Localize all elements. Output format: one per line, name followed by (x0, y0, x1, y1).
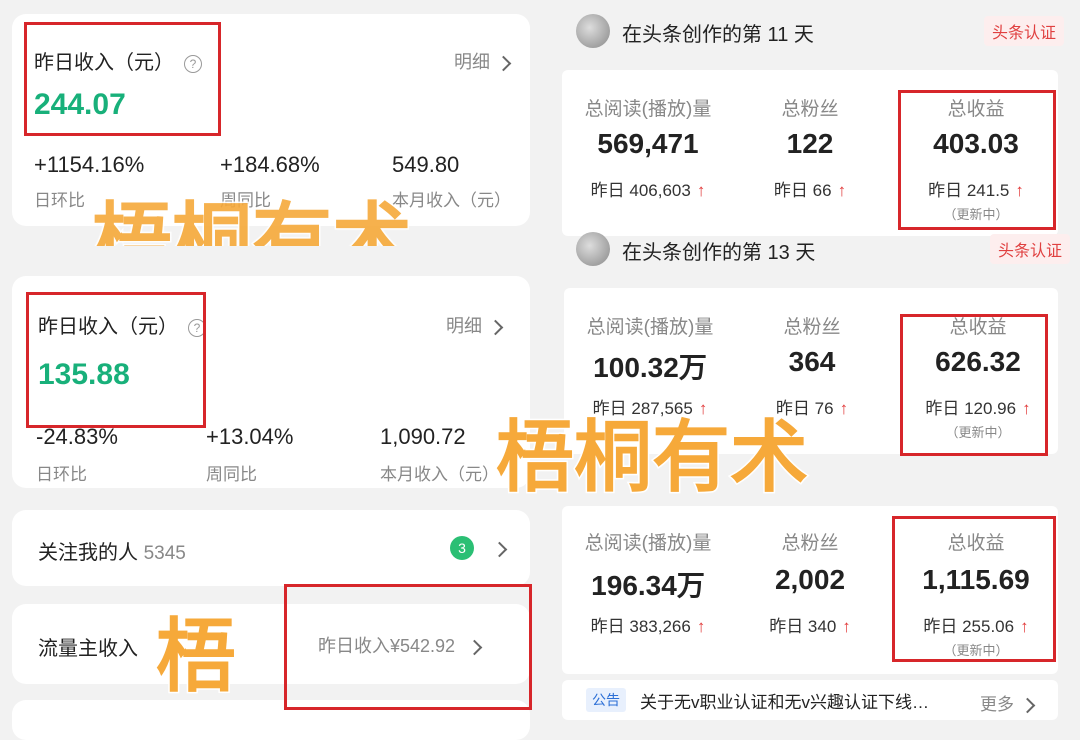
fans-value: 122 (786, 128, 834, 159)
metric-label: 日环比 (36, 465, 87, 484)
metric-label: 周同比 (206, 465, 257, 484)
detail-link[interactable]: 明细 (454, 48, 512, 74)
fans-title: 总粉丝 (783, 317, 841, 338)
arrow-up-icon: ↑ (837, 181, 847, 200)
chevron-right-icon (491, 541, 508, 558)
toutiao-verified-badge: 头条认证 (984, 16, 1065, 46)
notice-tag: 公告 (586, 688, 626, 712)
followers-label-text: 关注我的人 (38, 542, 138, 564)
highlight-box (898, 90, 1056, 230)
detail-label: 明细 (446, 316, 482, 336)
reads-title: 总阅读(播放)量 (586, 317, 714, 338)
highlight-box (24, 22, 221, 136)
metric-value: 1,090.72 (380, 424, 466, 449)
highlight-box (892, 516, 1056, 662)
creation-days-title: 在头条创作的第 11 天 (622, 24, 814, 46)
reads-title: 总阅读(播放)量 (584, 533, 712, 554)
detail-label: 明细 (454, 52, 490, 72)
watermark-single: 梧 (155, 610, 238, 703)
chevron-right-icon (487, 319, 504, 336)
creation-days-title: 在头条创作的第 13 天 (622, 242, 816, 264)
fans-yesterday-text: 昨日 340 (769, 617, 837, 636)
reads-yesterday-text: 昨日 383,266 (590, 617, 691, 636)
avatar (576, 232, 610, 266)
fans-yesterday-text: 昨日 66 (773, 181, 832, 200)
metric-value: +184.68% (220, 152, 320, 177)
reads-yesterday: 昨日 383,266 ↑ (562, 612, 734, 637)
arrow-up-icon: ↑ (696, 617, 706, 636)
metric-value: 549.80 (392, 152, 460, 177)
reads-title: 总阅读(播放)量 (584, 99, 712, 120)
fans-value: 364 (788, 346, 836, 377)
highlight-box (26, 292, 206, 428)
fans-value: 2,002 (774, 564, 846, 595)
fans-title: 总粉丝 (781, 533, 839, 554)
arrow-up-icon: ↑ (842, 617, 851, 636)
fans-title: 总粉丝 (781, 99, 839, 120)
fans-yesterday: 昨日 340 ↑ (734, 612, 886, 637)
notice-bar[interactable]: 公告 关于无v职业认证和无v兴趣认证下线… 更多 (562, 680, 1058, 720)
detail-link[interactable]: 明细 (446, 312, 504, 338)
metric-label: 本月收入（元） (380, 465, 499, 484)
reads-value: 100.32万 (593, 352, 707, 383)
avatar (576, 14, 610, 48)
followers-row[interactable]: 关注我的人 5345 3 (12, 510, 530, 586)
metric-value: +13.04% (206, 424, 294, 449)
followers-count: 5345 (143, 543, 186, 564)
highlight-box (900, 314, 1048, 456)
arrow-up-icon: ↑ (696, 181, 706, 200)
notification-badge: 3 (450, 536, 474, 560)
notice-text: 关于无v职业认证和无v兴趣认证下线… (640, 693, 929, 712)
arrow-up-icon: ↑ (839, 399, 849, 418)
followers-label: 关注我的人 5345 (38, 536, 186, 565)
toutiao-verified-badge: 头条认证 (990, 234, 1071, 264)
metric-value: +1154.16% (34, 152, 145, 177)
highlight-box (284, 584, 532, 710)
watermark-main: 梧桐有术 (494, 413, 809, 503)
notice-more[interactable]: 更多 (980, 690, 1036, 715)
reads-yesterday-text: 昨日 406,603 (590, 181, 691, 200)
reads-yesterday: 昨日 406,603 ↑ (562, 176, 734, 201)
metric-label: 日环比 (34, 191, 85, 210)
traffic-label: 流量主收入 (38, 638, 138, 660)
chevron-right-icon (495, 55, 512, 72)
notice-more-text: 更多 (980, 695, 1014, 714)
fans-yesterday: 昨日 66 ↑ (734, 176, 886, 201)
reads-value: 196.34万 (591, 570, 705, 601)
reads-value: 569,471 (597, 128, 699, 159)
watermark-faded: 梧桐有术 (92, 196, 412, 246)
chevron-right-icon (1019, 697, 1036, 714)
